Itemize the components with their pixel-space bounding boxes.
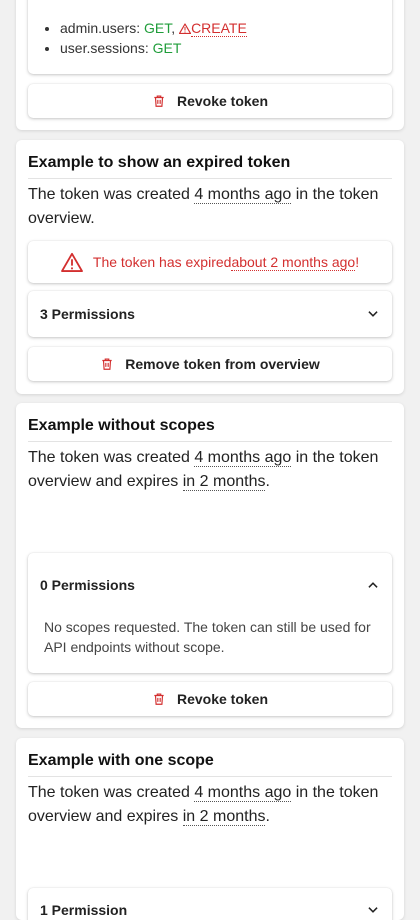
scope-item-user-sessions: user.sessions: GET <box>60 38 247 58</box>
expired-alert: The token has expired about 2 months ago… <box>28 241 392 283</box>
token-card-one-scope: Example with one scope The token was cre… <box>16 738 404 920</box>
no-scopes-text: No scopes requested. The token can still… <box>44 619 371 655</box>
token-card-expired: Example to show an expired token The tok… <box>16 140 404 394</box>
token-card-no-scopes: Example without scopes The token was cre… <box>16 403 404 728</box>
scope-list: admin.users: GET, CREATE user.sessions: … <box>48 18 247 58</box>
permissions-panel: admin.users: GET, CREATE user.sessions: … <box>28 0 392 74</box>
method-get: GET <box>144 20 172 36</box>
trash-icon <box>154 95 164 107</box>
card-title: Example with one scope <box>28 752 392 777</box>
expires-time: in 2 months <box>182 808 266 826</box>
created-time: 4 months ago <box>194 784 292 802</box>
permissions-toggle[interactable]: 0 Permissions <box>40 563 380 607</box>
card-title: Example without scopes <box>28 417 392 442</box>
expires-time: in 2 months <box>182 473 266 491</box>
method-create: CREATE <box>178 20 247 37</box>
warning-icon <box>178 23 192 35</box>
chevron-down-icon <box>368 311 378 317</box>
card-title: Example to show an expired token <box>28 154 392 179</box>
revoke-token-button[interactable]: Revoke token <box>28 682 392 716</box>
token-card-scopes: admin.users: GET, CREATE user.sessions: … <box>16 0 404 130</box>
permissions-toggle[interactable]: 3 Permissions <box>40 292 380 336</box>
permissions-panel: 0 Permissions No scopes requested. The t… <box>28 553 392 673</box>
created-time: 4 months ago <box>194 449 292 467</box>
remove-token-button[interactable]: Remove token from overview <box>28 347 392 381</box>
permissions-panel[interactable]: 3 Permissions <box>28 291 392 337</box>
permissions-toggle[interactable]: 1 Permission <box>40 888 380 920</box>
token-description: The token was created 4 months ago in th… <box>28 449 379 491</box>
scope-item-admin-users: admin.users: GET, CREATE <box>60 18 247 38</box>
trash-icon <box>102 358 112 370</box>
permissions-panel[interactable]: 1 Permission <box>28 888 392 920</box>
revoke-token-button[interactable]: Revoke token <box>28 84 392 118</box>
method-get: GET <box>152 40 182 56</box>
trash-icon <box>154 693 164 705</box>
warning-icon <box>60 252 83 272</box>
chevron-down-icon <box>368 907 378 913</box>
chevron-up-icon <box>368 582 378 588</box>
token-description: The token was created 4 months ago in th… <box>28 186 379 227</box>
created-time: 4 months ago <box>194 186 292 204</box>
token-description: The token was created 4 months ago in th… <box>28 784 379 826</box>
